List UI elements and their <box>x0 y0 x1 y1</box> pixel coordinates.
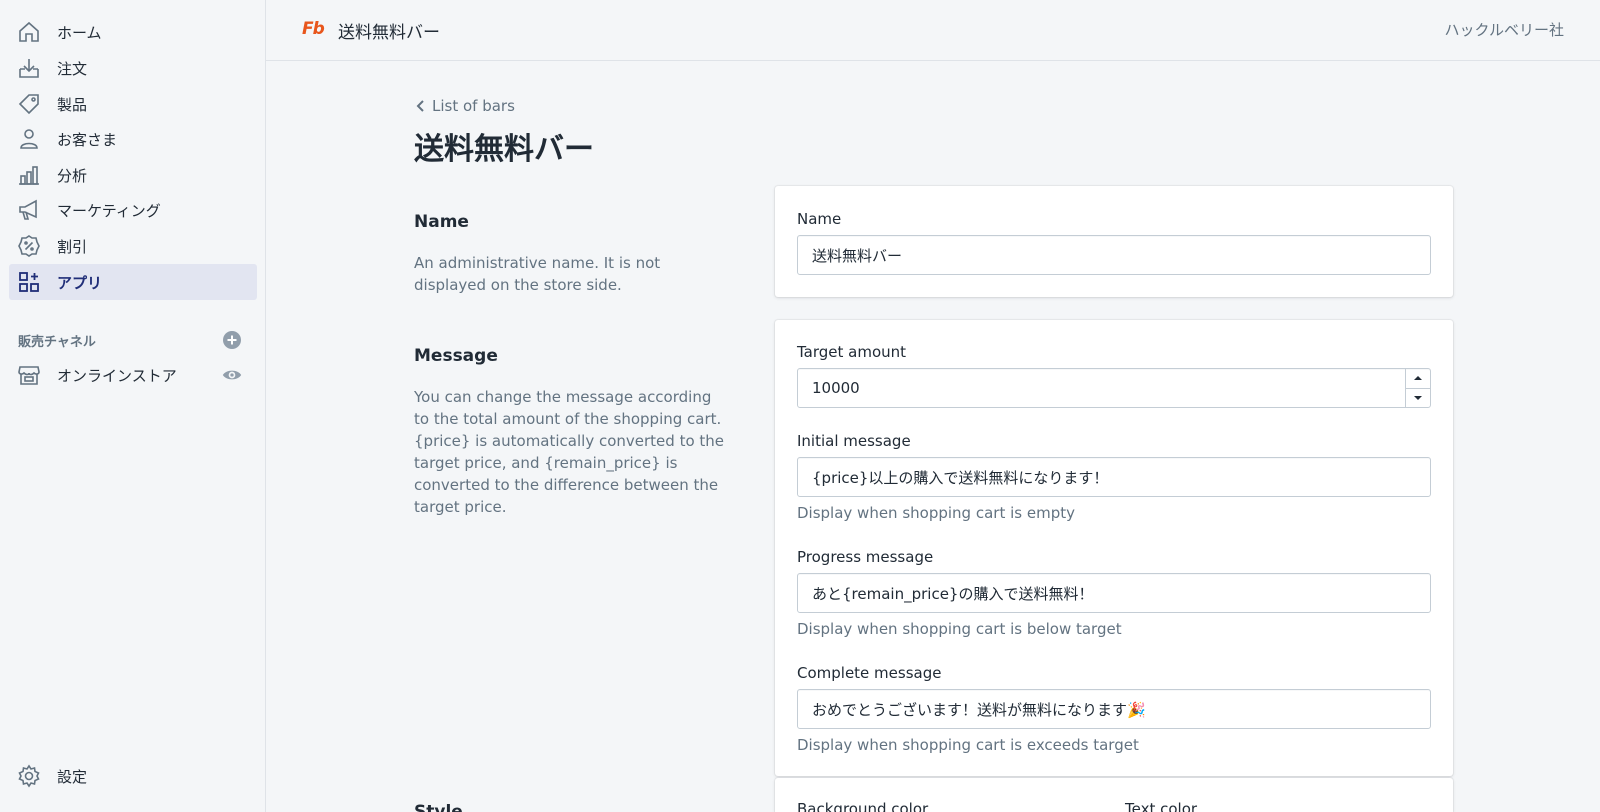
eye-icon[interactable] <box>221 364 243 386</box>
analytics-icon <box>17 163 41 187</box>
top-bar: Fb 送料無料バー ハックルベリー社 <box>266 0 1600 61</box>
app-logo: Fb <box>302 19 325 39</box>
breadcrumb-link[interactable]: List of bars <box>432 97 515 115</box>
initial-message-help: Display when shopping cart is empty <box>797 504 1075 522</box>
apps-icon <box>17 270 41 294</box>
message-card: Target amount 10000 Initial message {pri… <box>775 320 1453 776</box>
sidebar-item-discounts[interactable]: 割引 <box>9 228 257 264</box>
sales-channels-heading: 販売チャネル <box>18 335 96 350</box>
app-title: 送料無料バー <box>338 23 440 43</box>
plus-circle-icon <box>223 331 241 349</box>
chevron-left-icon <box>414 99 428 113</box>
sidebar-item-marketing[interactable]: マーケティング <box>9 192 257 228</box>
megaphone-icon <box>17 198 41 222</box>
sidebar-item-label: 割引 <box>57 237 88 256</box>
initial-message-input[interactable]: {price}以上の購入で送料無料になります！ <box>797 457 1431 497</box>
sidebar-item-home[interactable]: ホーム <box>9 14 257 50</box>
sidebar-item-label: 分析 <box>57 166 88 185</box>
sidebar-item-label: オンラインストア <box>57 366 177 385</box>
sidebar-item-customers[interactable]: お客さま <box>9 121 257 157</box>
quantity-stepper[interactable] <box>1405 369 1430 407</box>
sidebar-item-label: 製品 <box>57 95 88 114</box>
target-amount-input[interactable]: 10000 <box>797 368 1431 408</box>
sidebar-item-label: お客さま <box>57 130 118 149</box>
name-section-title: Name <box>414 212 469 232</box>
page-title: 送料無料バー <box>414 132 594 167</box>
stepper-down-button[interactable] <box>1406 387 1430 408</box>
shop-name[interactable]: ハックルベリー社 <box>1444 19 1564 40</box>
progress-message-help: Display when shopping cart is below targ… <box>797 620 1122 638</box>
products-tag-icon <box>17 92 41 116</box>
customer-icon <box>17 127 41 151</box>
target-amount-value: 10000 <box>812 379 860 397</box>
name-card: Name 送料無料バー <box>775 186 1453 297</box>
style-section-title: Style <box>414 802 463 812</box>
text-color-label: Text color <box>1125 800 1198 812</box>
sidebar-item-label: ホーム <box>57 23 102 42</box>
discount-icon <box>17 234 41 258</box>
target-amount-label: Target amount <box>797 343 907 361</box>
message-section-title: Message <box>414 346 498 366</box>
complete-message-help: Display when shopping cart is exceeds ta… <box>797 736 1139 754</box>
store-icon <box>17 363 41 387</box>
name-section-description: An administrative name. It is not displa… <box>414 254 661 294</box>
sidebar-item-products[interactable]: 製品 <box>9 86 257 122</box>
sidebar-item-label: 設定 <box>57 767 88 786</box>
complete-message-input[interactable]: おめでとうございます！送料が無料になります🎉 <box>797 689 1431 729</box>
style-card: Background color Text color <box>775 778 1453 812</box>
sidebar-item-settings[interactable]: 設定 <box>9 758 257 794</box>
caret-down-icon <box>1414 395 1422 400</box>
complete-message-label: Complete message <box>797 664 942 682</box>
progress-message-label: Progress message <box>797 548 934 566</box>
home-icon <box>17 20 41 44</box>
sidebar-item-analytics[interactable]: 分析 <box>9 157 257 193</box>
message-section-description: You can change the message according to … <box>414 388 725 516</box>
background-color-label: Background color <box>797 800 929 812</box>
sidebar: ホーム 注文 製品 お客さま 分析 マーケティング 割引 アプリ 販売チャネル … <box>0 0 266 812</box>
name-input[interactable]: 送料無料バー <box>797 235 1431 275</box>
sidebar-item-label: アプリ <box>57 273 103 292</box>
sidebar-item-label: 注文 <box>57 59 88 78</box>
add-channel-button[interactable] <box>222 330 242 350</box>
sidebar-item-online-store[interactable]: オンラインストア <box>9 357 257 393</box>
sidebar-item-label: マーケティング <box>57 201 161 220</box>
sidebar-item-orders[interactable]: 注文 <box>9 50 257 86</box>
stepper-up-button[interactable] <box>1406 369 1430 388</box>
orders-icon <box>17 56 41 80</box>
initial-message-label: Initial message <box>797 432 911 450</box>
name-field-label: Name <box>797 210 842 228</box>
breadcrumb[interactable]: List of bars <box>414 97 515 115</box>
gear-icon <box>17 764 41 788</box>
sidebar-item-apps[interactable]: アプリ <box>9 264 257 300</box>
progress-message-input[interactable]: あと{remain_price}の購入で送料無料！ <box>797 573 1431 613</box>
caret-up-icon <box>1414 376 1422 381</box>
